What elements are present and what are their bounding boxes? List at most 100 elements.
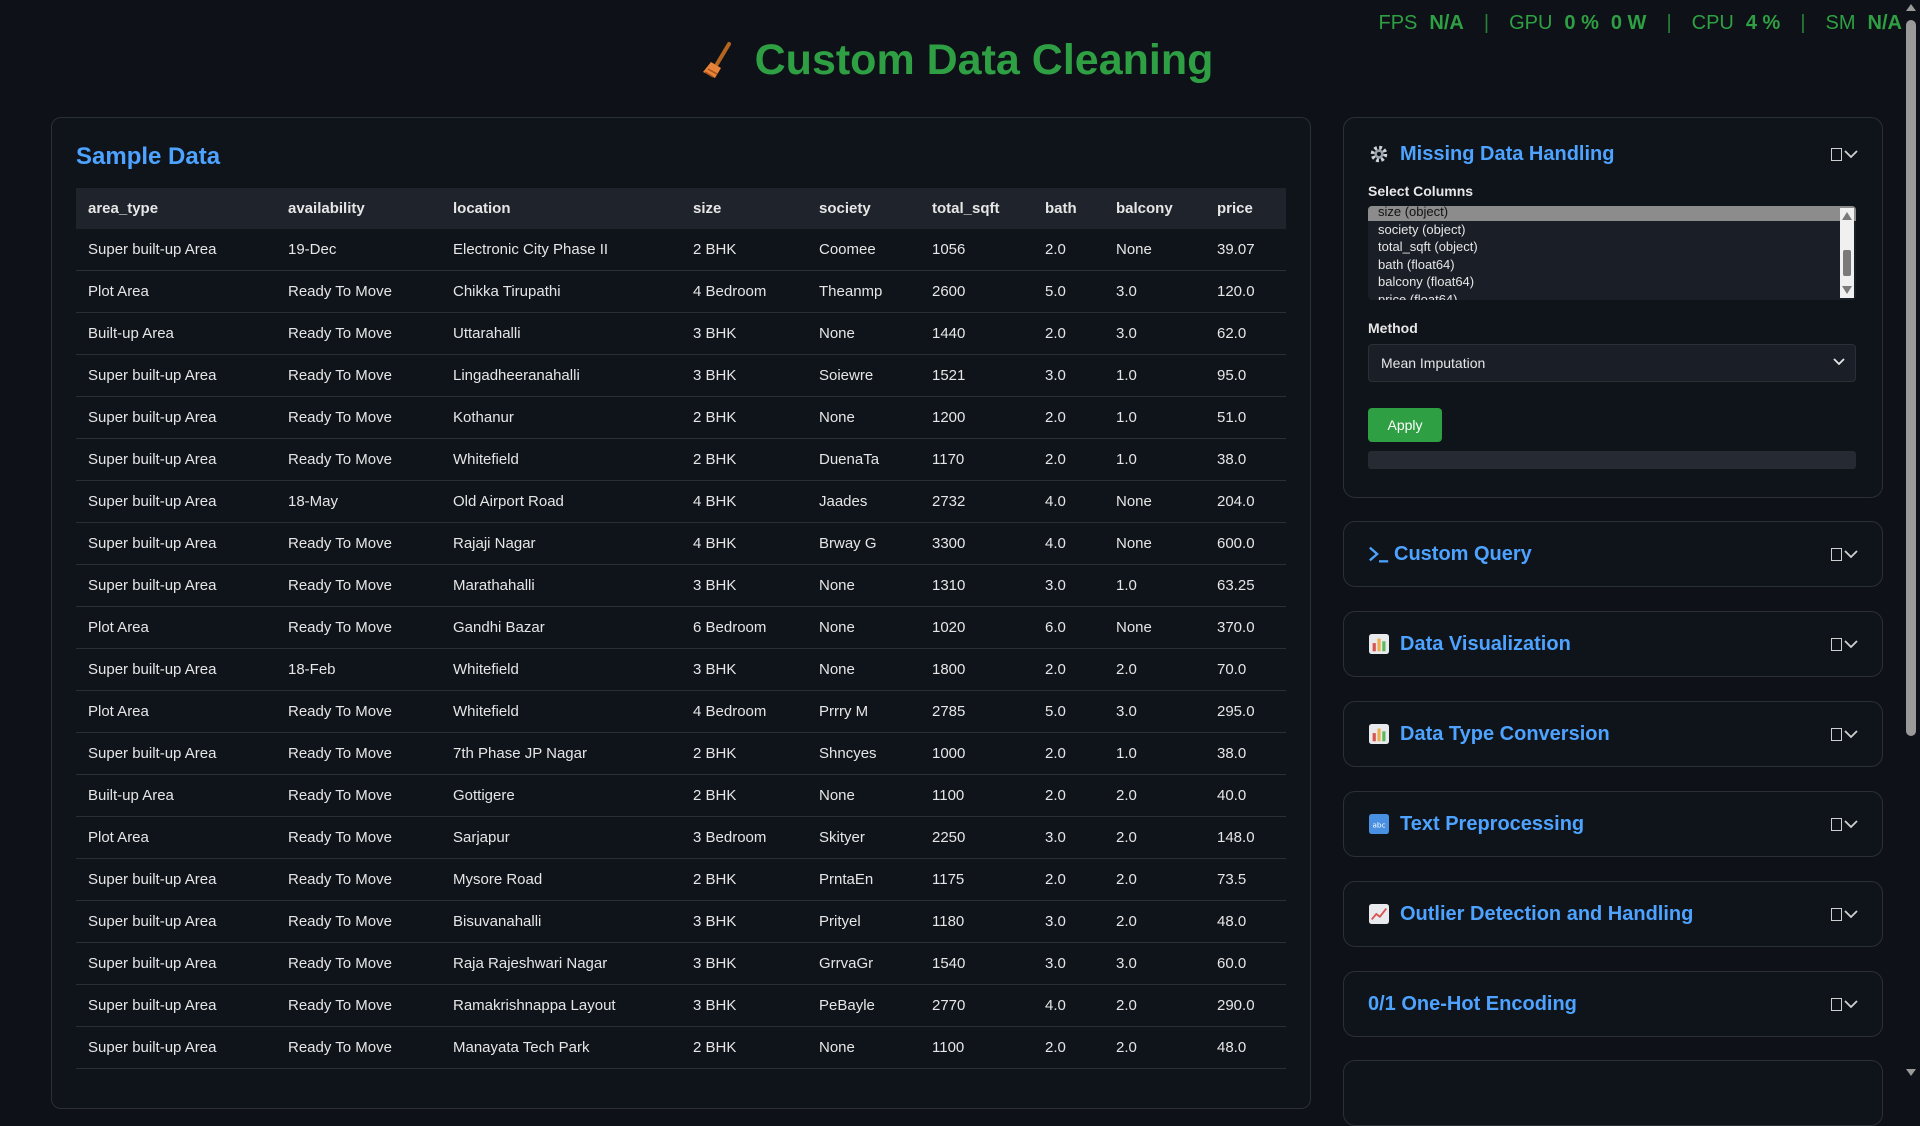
table-row: Super built-up Area Ready To Move 7th Phas… <box>76 732 1286 775</box>
column-header[interactable]: society <box>807 188 920 229</box>
table-cell: Prityel <box>807 900 920 943</box>
text-preprocessing-card[interactable]: abc Text Preprocessing <box>1343 791 1883 857</box>
custom-query-card[interactable]: Custom Query <box>1343 521 1883 587</box>
table-cell: None <box>807 396 920 439</box>
data-type-conversion-card[interactable]: Data Type Conversion <box>1343 701 1883 767</box>
table-cell: 3.0 <box>1033 354 1104 397</box>
method-select-value: Mean Imputation <box>1381 355 1486 371</box>
table-row: Super built-up Area 18-Feb Whitefield 3 BHK… <box>76 648 1286 691</box>
data-visualization-card[interactable]: Data Visualization <box>1343 611 1883 677</box>
scroll-down-arrow[interactable] <box>1906 1069 1916 1076</box>
gear-icon <box>1368 143 1390 165</box>
table-cell: 1170 <box>920 438 1033 481</box>
column-header[interactable]: price <box>1205 188 1286 229</box>
table-cell: 2.0 <box>1033 229 1104 271</box>
data-type-conversion-header[interactable]: Data Type Conversion <box>1368 720 1858 748</box>
expand-toggle[interactable] <box>1831 637 1858 651</box>
sample-data-table: area_type availability location size society… <box>76 188 1286 1069</box>
table-cell: 70.0 <box>1205 648 1286 691</box>
table-cell: 7th Phase JP Nagar <box>441 732 681 775</box>
toggle-box-icon <box>1831 547 1842 561</box>
table-cell: 1540 <box>920 942 1033 985</box>
table-cell: 148.0 <box>1205 816 1286 859</box>
data-visualization-header[interactable]: Data Visualization <box>1368 630 1858 658</box>
table-cell: 3.0 <box>1104 312 1205 355</box>
expand-toggle[interactable] <box>1831 547 1858 561</box>
table-cell: 2.0 <box>1104 900 1205 943</box>
expand-toggle[interactable] <box>1831 997 1858 1011</box>
table-cell: Ready To Move <box>276 564 441 607</box>
table-cell: Super built-up Area <box>76 1026 276 1069</box>
column-option[interactable]: balcony (float64) <box>1368 273 1856 291</box>
table-cell: 3 BHK <box>681 942 807 985</box>
expand-toggle[interactable] <box>1831 907 1858 921</box>
table-cell: 2.0 <box>1104 816 1205 859</box>
column-header[interactable]: location <box>441 188 681 229</box>
column-header[interactable]: balcony <box>1104 188 1205 229</box>
table-cell: 1.0 <box>1104 564 1205 607</box>
outlier-detection-card[interactable]: Outlier Detection and Handling <box>1343 881 1883 947</box>
gpu-label: GPU <box>1509 12 1553 34</box>
divider: | <box>1800 12 1806 34</box>
method-select[interactable]: Mean Imputation <box>1368 344 1856 382</box>
table-cell: 3 BHK <box>681 900 807 943</box>
table-cell: 1100 <box>920 1026 1033 1069</box>
column-option[interactable]: price (float64) <box>1368 291 1856 301</box>
column-option[interactable]: bath (float64) <box>1368 256 1856 274</box>
column-header[interactable]: availability <box>276 188 441 229</box>
table-cell: Brway G <box>807 522 920 565</box>
one-hot-encoding-card[interactable]: 0/1 One-Hot Encoding <box>1343 971 1883 1037</box>
table-cell: 18-May <box>276 480 441 523</box>
listbox-scroll-up[interactable] <box>1842 212 1852 220</box>
column-option[interactable]: total_sqft (object) <box>1368 238 1856 256</box>
scrollbar-thumb[interactable] <box>1906 20 1916 736</box>
table-cell: Ready To Move <box>276 354 441 397</box>
chevron-down-icon <box>1844 820 1858 829</box>
column-header[interactable]: bath <box>1033 188 1104 229</box>
apply-button[interactable]: Apply <box>1368 408 1442 442</box>
column-option[interactable]: society (object) <box>1368 221 1856 239</box>
page-scrollbar[interactable] <box>1904 0 1918 1080</box>
table-cell: Soiewre <box>807 354 920 397</box>
expand-toggle[interactable] <box>1831 817 1858 831</box>
table-cell: 1020 <box>920 606 1033 649</box>
chevron-down-icon <box>1844 640 1858 649</box>
table-cell: None <box>1104 606 1205 649</box>
chevron-down-icon <box>1833 358 1845 366</box>
expand-toggle[interactable] <box>1831 727 1858 741</box>
column-option[interactable]: size (object) <box>1368 206 1856 221</box>
one-hot-encoding-header[interactable]: 0/1 One-Hot Encoding <box>1368 990 1858 1018</box>
listbox-scrollbar[interactable] <box>1840 208 1854 298</box>
gpu-percent-value: 0 % <box>1564 12 1599 34</box>
table-cell: Rajaji Nagar <box>441 522 681 565</box>
column-header[interactable]: area_type <box>76 188 276 229</box>
text-preprocessing-header[interactable]: abc Text Preprocessing <box>1368 810 1858 838</box>
collapse-toggle[interactable] <box>1831 147 1858 161</box>
table-row: Plot Area Ready To Move Gandhi Bazar 6 Bedr… <box>76 606 1286 649</box>
listbox-scroll-down[interactable] <box>1842 286 1852 294</box>
table-cell: 1200 <box>920 396 1033 439</box>
section-title: Data Visualization <box>1400 632 1571 655</box>
performance-overlay: FPS N/A | GPU 0 % 0 W | CPU 4 % | SM N/A <box>1379 12 1903 35</box>
table-cell: Ramakrishnappa Layout <box>441 984 681 1027</box>
sm-label: SM <box>1825 12 1856 34</box>
table-cell: 290.0 <box>1205 984 1286 1027</box>
table-cell: None <box>807 606 920 649</box>
listbox-scroll-thumb[interactable] <box>1843 250 1851 276</box>
table-cell: Super built-up Area <box>76 732 276 775</box>
table-cell: Manayata Tech Park <box>441 1026 681 1069</box>
outlier-detection-header[interactable]: Outlier Detection and Handling <box>1368 900 1858 928</box>
scroll-up-arrow[interactable] <box>1906 4 1916 11</box>
custom-query-header[interactable]: Custom Query <box>1368 540 1858 568</box>
table-cell: 2 BHK <box>681 396 807 439</box>
table-cell: Plot Area <box>76 690 276 733</box>
column-header[interactable]: total_sqft <box>920 188 1033 229</box>
table-cell: Ready To Move <box>276 858 441 901</box>
column-header[interactable]: size <box>681 188 807 229</box>
table-cell: 38.0 <box>1205 438 1286 481</box>
table-cell: Ready To Move <box>276 606 441 649</box>
select-columns-listbox[interactable]: size (object) society (object) total_sqf… <box>1368 206 1856 300</box>
next-section-card[interactable] <box>1343 1060 1883 1126</box>
missing-data-header[interactable]: Missing Data Handling <box>1368 140 1858 168</box>
table-cell: 2.0 <box>1033 1026 1104 1069</box>
